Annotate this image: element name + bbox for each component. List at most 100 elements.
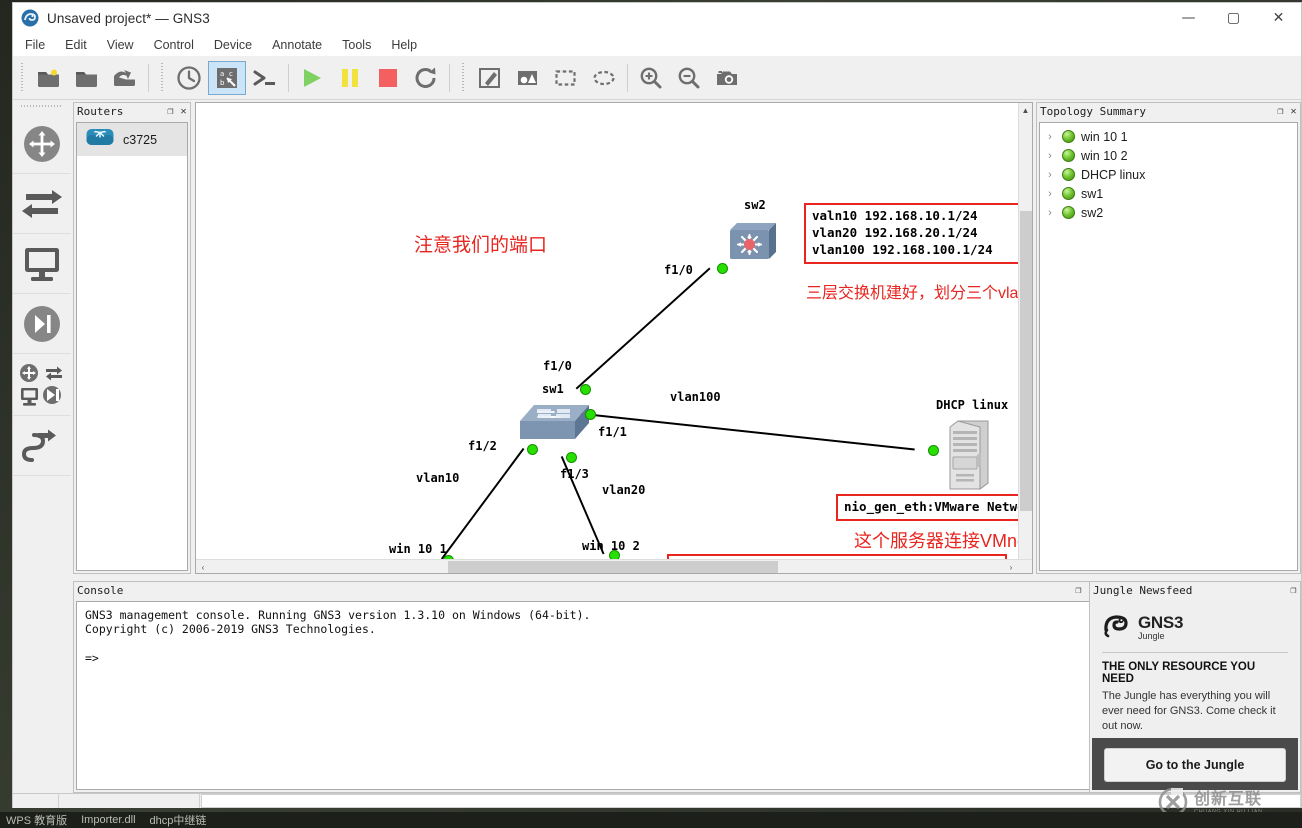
dhcp-vmnet1-note[interactable]: nio_gen_eth:VMware Network Adapter VMnet… [836, 494, 1018, 521]
link-status-dot[interactable] [609, 550, 620, 559]
console-prompt-icon[interactable] [246, 61, 284, 95]
taskbar-item-dhcp[interactable]: dhcp中继链 [150, 812, 207, 828]
insert-image-icon[interactable] [509, 61, 547, 95]
topology-canvas[interactable]: sw2 sw1 DHCP linux win 10 1 win 10 2 f1/… [196, 103, 1018, 559]
dhcp-vmnet1-note-text: nio_gen_eth:VMware Network Adapter VMnet… [844, 499, 1018, 514]
vertical-scroll-thumb[interactable] [1020, 211, 1032, 511]
console-output[interactable]: GNS3 management console. Running GNS3 ve… [76, 601, 1096, 790]
status-cell-3 [201, 794, 1301, 808]
port-label-sw1-f1-1: f1/1 [598, 425, 627, 439]
canvas-horizontal-scrollbar[interactable]: ‹ › [196, 559, 1032, 573]
new-project-icon[interactable] [30, 61, 68, 95]
toolbar-separator-3 [449, 63, 450, 92]
routers-dock: Routers ❐ ✕ c3725 [73, 102, 191, 574]
save-project-icon[interactable] [106, 61, 144, 95]
layer3-switch-note[interactable]: 三层交换机建好，划分三个vlan和虚拟Ip地址 [806, 279, 1018, 303]
scroll-right-icon[interactable]: › [1004, 560, 1018, 573]
chevron-right-icon[interactable]: › [1044, 169, 1056, 181]
link-status-dot[interactable] [585, 409, 596, 420]
chevron-right-icon[interactable]: › [1044, 207, 1056, 219]
ports-hint-note[interactable]: 注意我们的端口 [414, 230, 547, 257]
topology-item-win-10-2[interactable]: › win 10 2 [1040, 146, 1297, 165]
link-status-dot[interactable] [566, 452, 577, 463]
menu-item-device[interactable]: Device [214, 38, 252, 52]
taskbar-item-importer[interactable]: Importer.dll [81, 814, 135, 826]
rail-grip[interactable] [21, 102, 63, 110]
topology-dock-body: › win 10 1 › win 10 2 › DHCP linux › sw1… [1039, 122, 1298, 571]
toolbar-grip-3[interactable] [460, 62, 468, 93]
toolbar-grip-1[interactable] [19, 62, 27, 93]
node-dhcp-linux[interactable] [946, 419, 994, 496]
dhcp-vmnet1-hint[interactable]: 这个服务器连接VMnet1 [854, 527, 1018, 553]
gns3-main-window: Unsaved project* — GNS3 — ▢ ✕ File Edit … [12, 2, 1302, 794]
switches-category-icon[interactable] [13, 174, 71, 234]
newsfeed-dock-title: Jungle Newsfeed [1093, 584, 1193, 597]
close-button[interactable]: ✕ [1256, 3, 1301, 33]
node-sw2[interactable] [724, 218, 780, 273]
chevron-right-icon[interactable]: › [1044, 150, 1056, 162]
float-icon[interactable]: ❐ [164, 106, 177, 117]
start-icon[interactable] [293, 61, 331, 95]
window-titlebar: Unsaved project* — GNS3 — ▢ ✕ [13, 3, 1301, 33]
link-status-dot[interactable] [717, 263, 728, 274]
draw-rectangle-icon[interactable] [547, 61, 585, 95]
close-icon[interactable]: ✕ [1287, 106, 1300, 117]
topology-item-sw1[interactable]: › sw1 [1040, 184, 1297, 203]
all-devices-category-icon[interactable] [13, 354, 71, 416]
reload-icon[interactable] [407, 61, 445, 95]
stop-icon[interactable] [369, 61, 407, 95]
topology-item-label: sw1 [1081, 186, 1104, 201]
pause-icon[interactable] [331, 61, 369, 95]
vlan-ip-note[interactable]: valn10 192.168.10.1/24 vlan20 192.168.20… [804, 203, 1018, 264]
menu-item-help[interactable]: Help [391, 38, 417, 52]
add-note-icon[interactable] [471, 61, 509, 95]
snapshot-clock-icon[interactable] [170, 61, 208, 95]
link-status-dot[interactable] [580, 384, 591, 395]
float-icon[interactable]: ❐ [1287, 585, 1300, 596]
topology-item-win-10-1[interactable]: › win 10 1 [1040, 127, 1297, 146]
main-toolbar: a c b [13, 56, 1301, 100]
screenshot-icon[interactable] [708, 61, 746, 95]
float-icon[interactable]: ❐ [1072, 585, 1085, 596]
chevron-right-icon[interactable]: › [1044, 188, 1056, 200]
topology-item-label: sw2 [1081, 205, 1104, 220]
open-project-icon[interactable] [68, 61, 106, 95]
zoom-out-icon[interactable] [670, 61, 708, 95]
scroll-up-icon[interactable]: ▲ [1019, 103, 1032, 117]
menu-item-file[interactable]: File [25, 38, 45, 52]
topology-item-dhcp-linux[interactable]: › DHCP linux [1040, 165, 1297, 184]
menu-item-view[interactable]: View [107, 38, 134, 52]
horizontal-scroll-thumb[interactable] [448, 561, 778, 573]
end-devices-category-icon[interactable] [13, 234, 71, 294]
taskbar-item-wps[interactable]: WPS 教育版 [6, 812, 67, 828]
canvas-vertical-scrollbar[interactable]: ▲ [1018, 103, 1032, 559]
go-to-jungle-button[interactable]: Go to the Jungle [1104, 748, 1286, 782]
add-link-icon[interactable] [13, 416, 71, 476]
float-icon[interactable]: ❐ [1274, 106, 1287, 117]
menubar: File Edit View Control Device Annotate T… [13, 33, 1301, 56]
menu-item-tools[interactable]: Tools [342, 38, 371, 52]
security-devices-category-icon[interactable] [13, 294, 71, 354]
draw-ellipse-icon[interactable] [585, 61, 623, 95]
newsfeed-dock-header: Jungle Newsfeed ❐ [1090, 582, 1300, 599]
link-status-dot[interactable] [527, 444, 538, 455]
router-list-item-c3725[interactable]: c3725 [77, 123, 187, 156]
chevron-right-icon[interactable]: › [1044, 131, 1056, 143]
toolbar-grip-2[interactable] [159, 62, 167, 93]
topology-item-sw2[interactable]: › sw2 [1040, 203, 1297, 222]
routers-category-icon[interactable] [13, 114, 71, 174]
menu-item-annotate[interactable]: Annotate [272, 38, 322, 52]
maximize-button[interactable]: ▢ [1211, 3, 1256, 33]
link-status-dot[interactable] [928, 445, 939, 456]
main-content-area: Routers ❐ ✕ c3725 sw2 sw1 DHCP linux win… [13, 100, 1301, 580]
menu-item-control[interactable]: Control [154, 38, 194, 52]
topology-canvas-panel[interactable]: sw2 sw1 DHCP linux win 10 1 win 10 2 f1/… [195, 102, 1033, 574]
annotate-select-icon[interactable]: a c b [208, 60, 246, 95]
scroll-left-icon[interactable]: ‹ [196, 560, 210, 573]
toolbar-separator-4 [627, 63, 628, 92]
topology-item-label: win 10 1 [1081, 129, 1128, 144]
minimize-button[interactable]: — [1166, 3, 1211, 33]
menu-item-edit[interactable]: Edit [65, 38, 87, 52]
close-icon[interactable]: ✕ [177, 106, 190, 117]
zoom-in-icon[interactable] [632, 61, 670, 95]
